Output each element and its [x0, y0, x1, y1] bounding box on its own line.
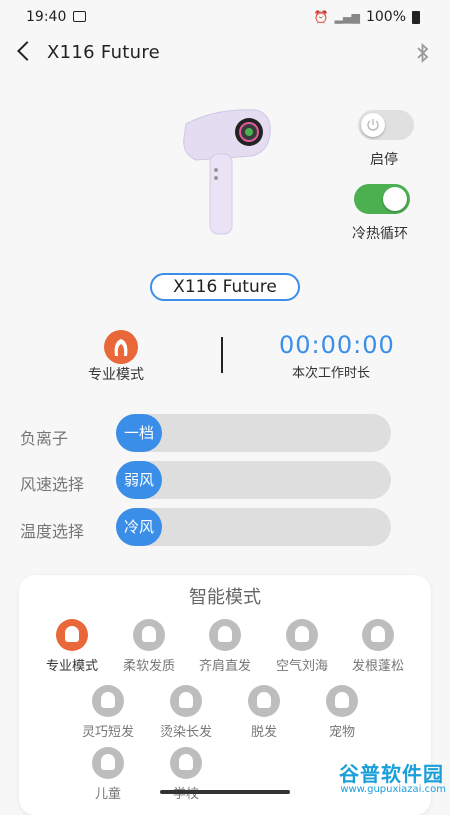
hair-silhouette-icon	[104, 330, 138, 364]
alarm-icon: ⏰	[313, 10, 329, 24]
bluetooth-icon[interactable]	[416, 42, 430, 68]
temperature-label: 温度选择	[20, 522, 85, 541]
cycle-toggle-knob	[383, 187, 407, 211]
anion-slider-thumb[interactable]: 一档	[116, 414, 162, 452]
watermark-url: www.gupuxiazai.com	[340, 784, 446, 795]
current-mode-label: 专业模式	[88, 367, 144, 383]
app-header: X116 Future	[0, 34, 450, 74]
page-title: X116 Future	[47, 42, 161, 63]
battery-icon	[412, 10, 420, 24]
mode-shoulder-straight[interactable]: 齐肩直发	[185, 619, 265, 674]
hair-short-icon	[92, 685, 124, 717]
status-bar: 19:40 ⏰ ▂▄▆ 100%	[0, 0, 450, 34]
cycle-label: 冷热循环	[352, 226, 408, 242]
school-icon	[170, 747, 202, 779]
mode-root-volume[interactable]: 发根蓬松	[338, 619, 418, 674]
home-indicator[interactable]	[160, 790, 290, 794]
mode-child[interactable]: 儿童	[68, 747, 148, 802]
wind-speed-label: 风速选择	[20, 475, 85, 494]
stats-divider	[221, 337, 223, 373]
mode-professional[interactable]: 专业模式	[32, 619, 112, 674]
image-notification-icon	[73, 11, 86, 22]
temperature-slider[interactable]: 冷风	[116, 508, 391, 546]
hair-dryer-image	[183, 109, 271, 235]
watermark-title: 谷普软件园	[339, 762, 444, 786]
mode-label: 空气刘海	[275, 659, 328, 674]
hot-cold-cycle-toggle[interactable]	[354, 184, 410, 214]
mode-label: 脱发	[250, 725, 277, 740]
hair-long-icon	[170, 685, 202, 717]
mode-label: 发根蓬松	[351, 659, 404, 674]
mode-hair-loss[interactable]: 脱发	[224, 685, 304, 740]
hair-bangs-icon	[286, 619, 318, 651]
wind-speed-slider-thumb[interactable]: 弱风	[116, 461, 162, 499]
mode-short-hair[interactable]: 灵巧短发	[68, 685, 148, 740]
hair-root-icon	[362, 619, 394, 651]
mode-label: 专业模式	[45, 659, 98, 674]
mode-label: 宠物	[328, 725, 355, 740]
status-time: 19:40	[26, 9, 67, 25]
site-watermark: 谷普软件园 www.gupuxiazai.com	[310, 756, 450, 800]
signal-icon: ▂▄▆	[334, 10, 360, 24]
power-toggle[interactable]	[358, 110, 414, 140]
battery-percent: 100%	[365, 9, 406, 25]
status-icons: ⏰ ▂▄▆ 100%	[314, 9, 420, 25]
anion-label: 负离子	[20, 429, 69, 448]
mode-label: 灵巧短发	[81, 725, 134, 740]
work-timer: 00:00:00	[279, 331, 395, 359]
wind-speed-slider[interactable]: 弱风	[116, 461, 391, 499]
power-label: 启停	[370, 152, 398, 168]
hair-straight-icon	[209, 619, 241, 651]
timer-label: 本次工作时长	[292, 366, 371, 381]
mode-label: 齐肩直发	[198, 659, 251, 674]
mode-label: 烫染长发	[159, 725, 212, 740]
hair-silhouette-icon	[56, 619, 88, 651]
mode-pet[interactable]: 宠物	[302, 685, 382, 740]
mode-label: 柔软发质	[122, 659, 175, 674]
pet-icon	[326, 685, 358, 717]
smart-mode-title: 智能模式	[189, 587, 261, 608]
back-arrow-icon[interactable]	[17, 41, 37, 61]
power-icon	[367, 119, 379, 131]
power-toggle-knob	[361, 113, 385, 137]
mode-soft-hair[interactable]: 柔软发质	[109, 619, 189, 674]
mode-air-bangs[interactable]: 空气刘海	[262, 619, 342, 674]
mode-long-hair[interactable]: 烫染长发	[146, 685, 226, 740]
anion-slider[interactable]: 一档	[116, 414, 391, 452]
temperature-slider-thumb[interactable]: 冷风	[116, 508, 162, 546]
mode-label: 儿童	[94, 787, 121, 802]
hair-soft-icon	[133, 619, 165, 651]
hair-loss-icon	[248, 685, 280, 717]
model-badge: X116 Future	[150, 273, 300, 301]
child-icon	[92, 747, 124, 779]
